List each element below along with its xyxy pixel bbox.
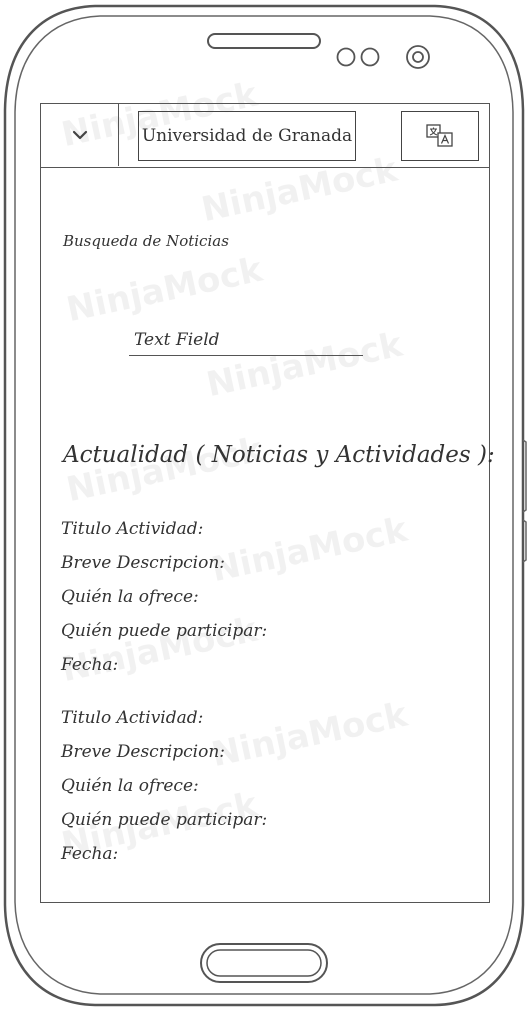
participants-label: Quién puede participar: — [61, 810, 268, 830]
search-input[interactable]: Text Field — [129, 330, 363, 356]
participants-label: Quién puede participar: — [61, 621, 268, 641]
offered-by-label: Quién la ofrece: — [61, 587, 199, 607]
chevron-down-icon — [72, 130, 87, 140]
description-label: Breve Descripcion: — [61, 742, 225, 762]
dropdown-button[interactable] — [41, 104, 119, 166]
translate-icon — [426, 124, 453, 147]
news-section-heading: Actualidad ( Noticias y Actividades ): — [63, 442, 495, 468]
app-title: Universidad de Granada — [138, 111, 356, 161]
date-label: Fecha: — [61, 655, 119, 675]
activity-title-label: Titulo Actividad: — [61, 519, 204, 539]
search-news-label: Busqueda de Noticias — [63, 232, 229, 250]
top-bar: Universidad de Granada — [41, 104, 489, 168]
news-entry: Titulo Actividad: Breve Descripcion: Qui… — [61, 512, 267, 682]
activity-title-label: Titulo Actividad: — [61, 708, 204, 728]
news-entry: Titulo Actividad: Breve Descripcion: Qui… — [61, 701, 267, 871]
screen: Universidad de Granada Busqueda de Notic… — [40, 103, 495, 903]
text-field-placeholder: Text Field — [134, 330, 220, 350]
date-label: Fecha: — [61, 844, 119, 864]
description-label: Breve Descripcion: — [61, 553, 225, 573]
offered-by-label: Quién la ofrece: — [61, 776, 199, 796]
translate-button[interactable] — [401, 111, 479, 161]
